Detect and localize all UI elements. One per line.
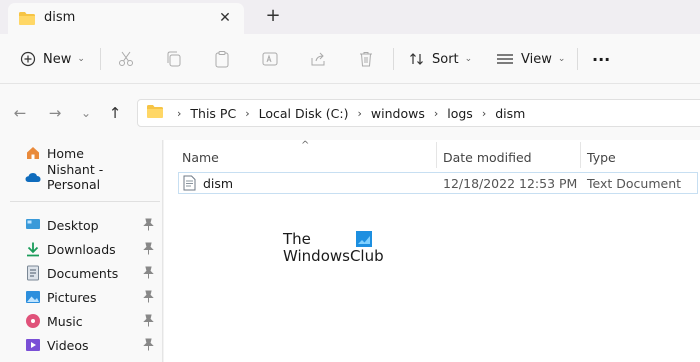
chevron-down-icon: ⌄ xyxy=(557,54,566,64)
column-resize-handle[interactable] xyxy=(580,142,581,168)
new-button[interactable]: New ⌄ xyxy=(20,44,85,74)
sidebar-item-label: Desktop xyxy=(47,217,99,233)
tab-dism[interactable]: dism ✕ xyxy=(8,3,244,34)
chevron-right-icon[interactable]: › xyxy=(358,107,362,120)
sort-icon xyxy=(410,53,423,65)
desktop-icon xyxy=(25,217,41,233)
breadcrumb-item[interactable]: windows xyxy=(371,106,425,121)
pictures-icon xyxy=(25,289,41,305)
file-name: dism xyxy=(203,176,234,191)
new-tab-icon[interactable]: + xyxy=(262,5,284,27)
documents-icon xyxy=(25,265,41,281)
divider xyxy=(10,201,160,202)
column-header-date[interactable]: Date modified xyxy=(443,144,532,170)
address-bar[interactable]: › This PC › Local Disk (C:) › windows › … xyxy=(137,99,700,127)
sidebar-item-music[interactable]: Music xyxy=(25,310,160,332)
folder-icon xyxy=(146,104,164,122)
forward-arrow-icon[interactable]: → xyxy=(45,103,65,123)
view-label: View xyxy=(521,51,552,67)
pin-icon[interactable] xyxy=(142,290,154,304)
delete-icon[interactable] xyxy=(355,48,377,70)
sidebar-item-documents[interactable]: Documents xyxy=(25,262,160,284)
watermark-line1: The xyxy=(283,230,311,248)
breadcrumb-item[interactable]: dism xyxy=(495,106,525,121)
plus-circle-icon xyxy=(20,51,36,67)
sort-button[interactable]: Sort ⌄ xyxy=(409,44,472,74)
sidebar-item-label: Videos xyxy=(47,337,89,353)
sort-label: Sort xyxy=(432,51,459,67)
column-header-type[interactable]: Type xyxy=(587,144,616,170)
breadcrumb-item[interactable]: logs xyxy=(447,106,473,121)
breadcrumb-item[interactable]: Local Disk (C:) xyxy=(259,106,349,121)
view-button[interactable]: View ⌄ xyxy=(496,44,565,74)
pin-icon[interactable] xyxy=(142,242,154,256)
chevron-right-icon[interactable]: › xyxy=(482,107,486,120)
text-file-icon xyxy=(183,175,196,194)
sort-ascending-icon: ^ xyxy=(301,140,310,151)
chevron-down-icon: ⌄ xyxy=(77,54,85,64)
sidebar-item-desktop[interactable]: Desktop xyxy=(25,214,160,236)
breadcrumb-item[interactable]: This PC xyxy=(190,106,236,121)
table-row[interactable]: dism 12/18/2022 12:53 PM Text Document xyxy=(178,172,698,194)
column-resize-handle[interactable] xyxy=(436,142,437,168)
more-icon: ··· xyxy=(592,49,611,69)
file-type: Text Document xyxy=(587,176,682,191)
pin-icon[interactable] xyxy=(142,338,154,352)
divider xyxy=(393,48,394,70)
new-label: New xyxy=(43,51,72,67)
sidebar-item-label: Pictures xyxy=(47,289,97,305)
pin-icon[interactable] xyxy=(142,314,154,328)
cut-icon[interactable] xyxy=(115,48,137,70)
copy-icon[interactable] xyxy=(163,48,185,70)
close-icon[interactable]: ✕ xyxy=(216,9,234,27)
sidebar-item-label: Music xyxy=(47,313,83,329)
pin-icon[interactable] xyxy=(142,218,154,232)
home-icon xyxy=(25,145,41,161)
view-icon xyxy=(497,54,513,64)
sidebar-item-label: Downloads xyxy=(47,241,116,257)
chevron-right-icon[interactable]: › xyxy=(245,107,249,120)
chevron-down-icon: ⌄ xyxy=(464,54,473,64)
sidebar-item-downloads[interactable]: Downloads xyxy=(25,238,160,260)
navigation-bar: ← → ⌄ ↑ › This PC › Local Disk (C:) › wi… xyxy=(0,84,700,140)
download-icon xyxy=(25,241,41,257)
folder-icon xyxy=(18,11,36,29)
videos-icon xyxy=(25,337,41,353)
divider xyxy=(100,48,101,70)
sidebar-item-label: Home xyxy=(47,145,84,161)
share-icon[interactable] xyxy=(307,48,329,70)
sidebar-item-label: Documents xyxy=(47,265,119,281)
rename-icon[interactable] xyxy=(259,48,281,70)
back-arrow-icon[interactable]: ← xyxy=(10,103,30,123)
pin-icon[interactable] xyxy=(142,266,154,280)
file-date-modified: 12/18/2022 12:53 PM xyxy=(443,176,578,191)
tab-bar: dism ✕ + xyxy=(0,0,700,34)
command-bar: New ⌄ Sort ⌄ View ⌄ ··· xyxy=(0,34,700,84)
divider xyxy=(577,48,578,70)
chevron-right-icon[interactable]: › xyxy=(434,107,438,120)
music-icon xyxy=(25,313,41,329)
watermark: The WindowsClub xyxy=(283,230,384,265)
sidebar-item-onedrive[interactable]: Nishant - Personal xyxy=(25,162,160,192)
more-options-button[interactable]: ··· xyxy=(592,44,610,74)
tab-title: dism xyxy=(44,10,76,25)
file-list: ^ Name Date modified Type dism 12/18/202… xyxy=(164,140,700,362)
up-arrow-icon[interactable]: ↑ xyxy=(105,103,125,123)
sidebar-item-pictures[interactable]: Pictures xyxy=(25,286,160,308)
watermark-line2: WindowsClub xyxy=(283,247,384,265)
sidebar-item-label: Nishant - Personal xyxy=(47,162,104,192)
chevron-right-icon[interactable]: › xyxy=(177,107,181,120)
navigation-pane: Home Nishant - Personal Desktop Download… xyxy=(0,140,163,362)
windows-logo-icon xyxy=(356,231,372,247)
sidebar-item-videos[interactable]: Videos xyxy=(25,334,160,356)
sidebar-item-home[interactable]: Home xyxy=(25,142,160,164)
column-header-name[interactable]: Name xyxy=(182,144,219,170)
paste-icon[interactable] xyxy=(211,48,233,70)
cloud-icon xyxy=(25,169,41,185)
recent-locations-icon[interactable]: ⌄ xyxy=(76,103,96,123)
